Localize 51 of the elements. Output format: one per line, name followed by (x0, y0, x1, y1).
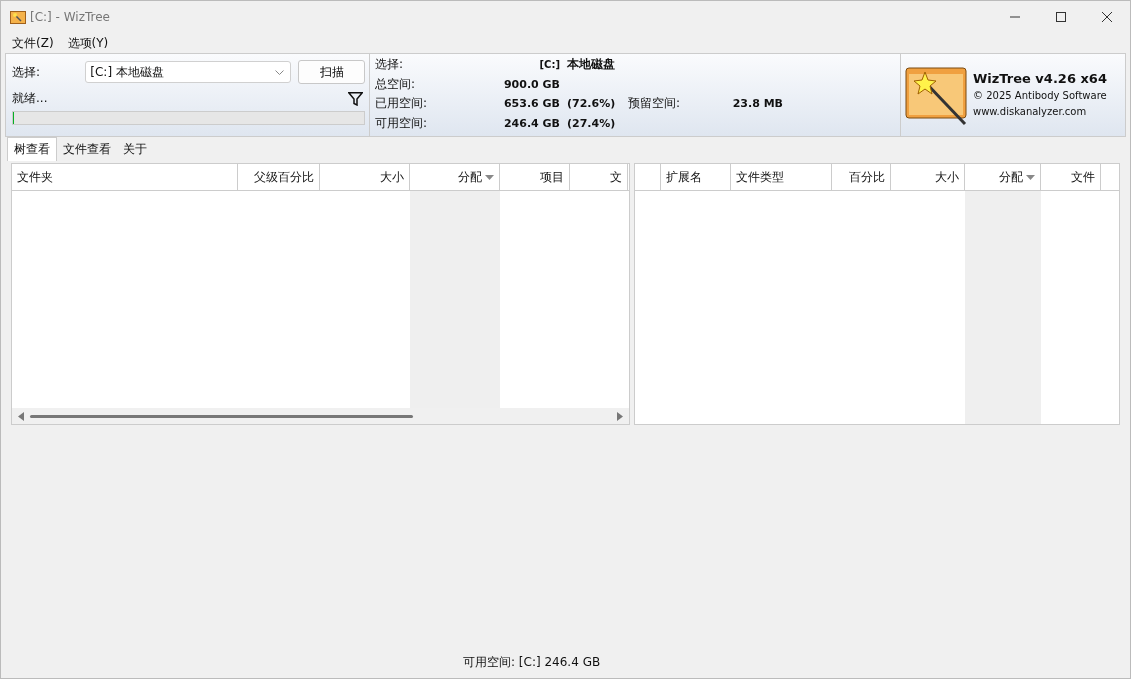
column-header[interactable]: 百分比 (831, 164, 891, 190)
info-label: 已用空间: (375, 95, 429, 113)
chevron-down-icon (275, 69, 285, 75)
menu-item[interactable]: 文件(Z) (12, 34, 54, 52)
folder-wand-logo-icon (905, 64, 969, 126)
column-header[interactable]: 父级百分比 (238, 164, 320, 190)
copyright-text: © 2025 Antibody Software (973, 88, 1107, 103)
info-value: 900.0 GB (502, 77, 560, 91)
info-extra: 本地磁盘 (567, 56, 616, 74)
window-title: [C:] - WizTree (30, 10, 110, 24)
tab[interactable]: 关于 (117, 138, 153, 161)
column-header[interactable]: 文件夹 (12, 164, 238, 190)
website-link[interactable]: www.diskanalyzer.com (973, 103, 1107, 120)
column-header[interactable]: 分配 (410, 164, 500, 190)
tab[interactable]: 文件查看 (57, 138, 117, 161)
column-header[interactable]: 扩展名 (660, 164, 731, 190)
info-extra: (72.6%) (567, 97, 617, 111)
column-header[interactable]: 文件类型 (730, 164, 832, 190)
info-value: 23.8 MB (731, 97, 783, 111)
horizontal-scrollbar[interactable] (12, 408, 629, 424)
folder-wand-icon (10, 10, 26, 24)
column-header[interactable]: 大小 (320, 164, 410, 190)
info-value: 653.6 GB (502, 97, 560, 111)
sort-caret-icon (485, 174, 494, 180)
status-bar-text: 可用空间: [C:] 246.4 GB (463, 655, 601, 669)
sort-caret-icon (1025, 174, 1035, 180)
app-version: WizTree v4.26 x64 (973, 70, 1107, 86)
info-label: 可用空间: (375, 114, 429, 132)
column-header[interactable]: 分配 (964, 164, 1041, 190)
filter-icon[interactable] (348, 91, 363, 106)
scroll-right-icon[interactable] (616, 411, 623, 421)
menu-item[interactable]: 选项(Y) (67, 34, 109, 52)
column-header[interactable]: 文件 (1040, 164, 1101, 190)
maximize-icon[interactable] (1056, 12, 1066, 22)
info-label: 选择: (375, 56, 405, 74)
tab[interactable]: 树查看 (7, 137, 57, 161)
scan-button[interactable]: 扫描 (298, 60, 365, 84)
column-header[interactable]: 大小 (890, 164, 965, 190)
column-header[interactable]: 项目 (500, 164, 570, 190)
info-extra: (27.4%) (567, 116, 617, 130)
drive-dropdown[interactable]: [C:] 本地磁盘 (85, 61, 292, 83)
info-label: 预留空间: (628, 95, 682, 113)
info-value: 246.4 GB (502, 116, 560, 130)
select-label: 选择: (12, 63, 42, 81)
scroll-left-icon[interactable] (18, 411, 24, 421)
info-value: [C:] (538, 59, 560, 71)
scrollbar-thumb[interactable] (30, 414, 414, 418)
close-icon[interactable] (1102, 12, 1112, 22)
info-label: 总空间: (375, 75, 417, 93)
column-header[interactable]: 文 (570, 164, 628, 190)
status-text: 就绪... (12, 90, 48, 107)
